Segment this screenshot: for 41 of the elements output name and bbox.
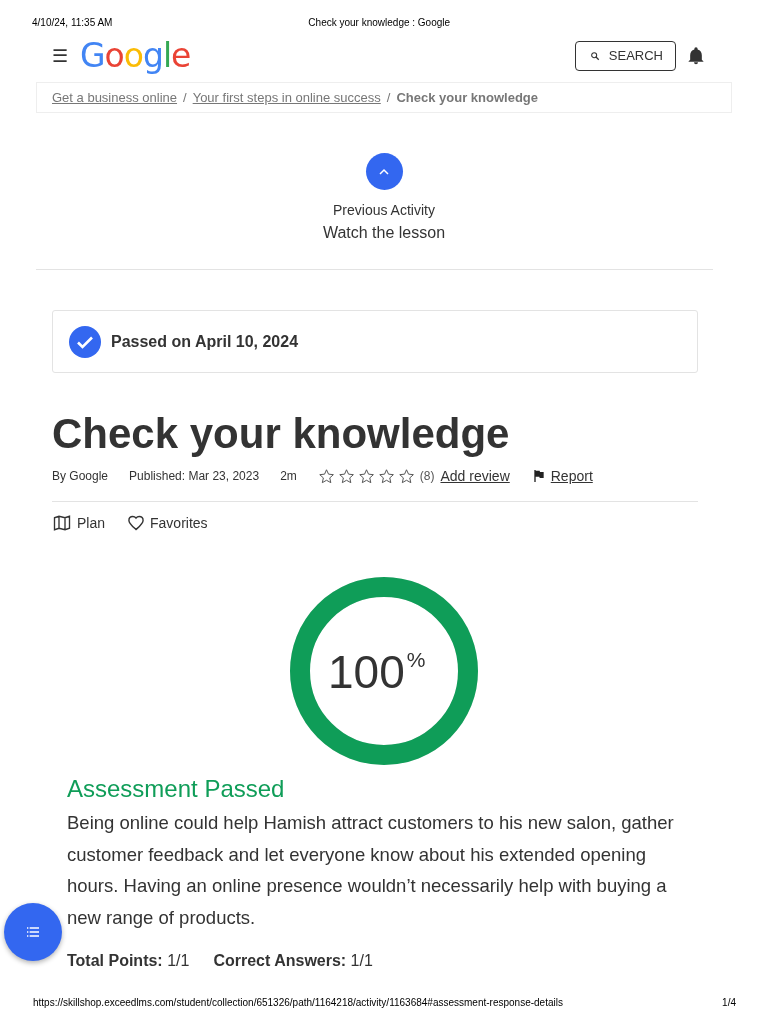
print-page-number: 1/4	[722, 996, 736, 1008]
search-icon	[589, 50, 600, 61]
map-icon	[52, 514, 72, 532]
breadcrumb-link[interactable]: Get a business online	[52, 90, 178, 105]
page-title: Check your knowledge	[52, 409, 511, 459]
heart-icon	[127, 514, 146, 532]
previous-activity-button[interactable]	[365, 153, 403, 190]
breadcrumb-current: Check your knowledge	[396, 90, 538, 105]
breadcrumb-separator: /	[386, 90, 391, 105]
result-heading: Assessment Passed	[67, 775, 286, 803]
status-text: Passed on April 10, 2024	[111, 332, 299, 351]
menu-icon[interactable]: ☰	[52, 46, 68, 65]
result-text: Being online could help Hamish attract customers to his new salon, gather customer feedback and let everyone know about his extended opening hours. Having an online presence wouldn’t necessarily help with buying a new range of products.	[67, 811, 675, 930]
review-count: (8)	[419, 469, 435, 483]
breadcrumb-link[interactable]: Your first steps in online success	[192, 90, 381, 105]
star-icon	[337, 467, 355, 485]
star-icon	[377, 467, 395, 485]
google-logo[interactable]: Google	[80, 39, 191, 72]
plan-button[interactable]: Plan	[52, 514, 106, 532]
outline-fab-button[interactable]	[4, 903, 62, 961]
previous-activity-link[interactable]: Watch the lesson	[322, 224, 446, 242]
author: By Google	[52, 469, 109, 483]
star-icon	[317, 467, 335, 485]
print-date: 4/10/24, 11:35 AM	[32, 16, 113, 28]
duration: 2m	[280, 469, 297, 483]
notification-icon[interactable]	[686, 44, 706, 67]
search-button[interactable]: SEARCH	[574, 40, 676, 71]
favorites-button[interactable]: Favorites	[127, 514, 208, 532]
print-url: https://skillshop.exceedlms.com/student/collection/651326/path/1164218/activity/1163684#assessment-response-details	[33, 996, 563, 1008]
published-date: Published: Mar 23, 2023	[129, 469, 260, 483]
score-percentage: 100$^{%}$	[328, 649, 426, 695]
star-rating[interactable]	[317, 467, 415, 485]
print-title: Check your knowledge : Google	[308, 16, 451, 28]
total-stat: Correct Answers: 1/1	[213, 952, 373, 970]
star-icon	[397, 467, 415, 485]
star-icon	[357, 467, 375, 485]
breadcrumb-separator: /	[183, 90, 187, 105]
previous-activity-label: Previous Activity	[333, 202, 435, 218]
report-link[interactable]: Report	[550, 468, 593, 484]
add-review-link[interactable]: Add review	[440, 468, 510, 484]
total-stat: Total Points: 1/1	[67, 952, 190, 970]
